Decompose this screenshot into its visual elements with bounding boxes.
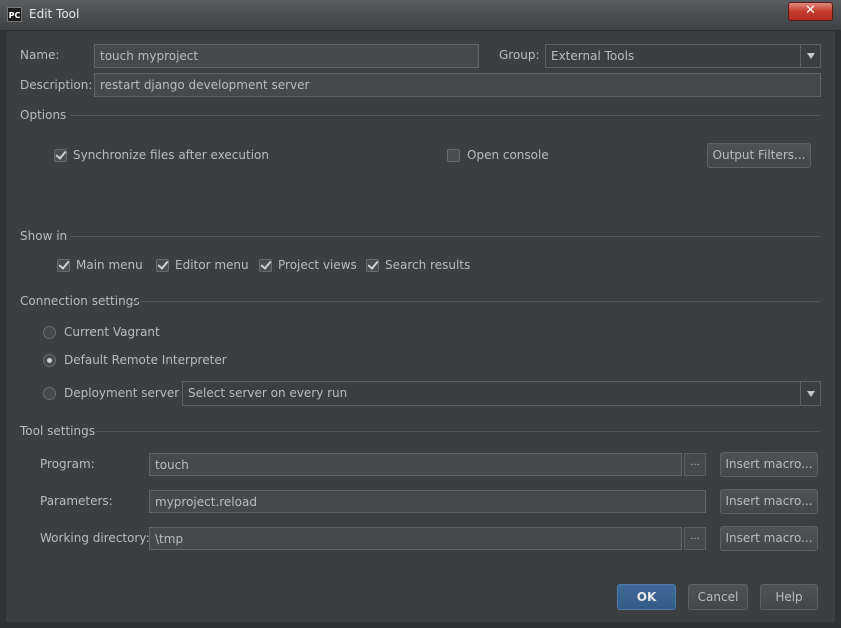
connection-section-title: Connection settings [20,294,140,308]
editor-menu-checkbox[interactable] [156,259,169,272]
description-input[interactable]: restart django development server [94,73,821,97]
group-select[interactable]: External Tools [545,44,821,68]
description-label: Description: [20,78,93,92]
project-views-checkbox[interactable] [259,259,272,272]
program-insert-macro-button[interactable]: Insert macro... [720,452,818,477]
editor-menu-label: Editor menu [175,258,249,272]
options-section-title: Options [20,108,67,122]
close-window-button[interactable]: ✕ [788,2,833,21]
title-bar: PC Edit Tool ✕ [0,0,841,31]
working-directory-label: Working directory: [40,531,150,545]
window-frame-right [835,30,841,628]
open-console-label: Open console [467,148,549,162]
search-results-label: Search results [385,258,471,272]
show-in-separator [70,236,820,237]
window-frame-left [0,30,6,628]
program-browse-button[interactable]: ... [684,453,706,476]
show-in-section-title: Show in [20,229,68,243]
group-select-value: External Tools [551,49,635,63]
name-input[interactable]: touch myproject [94,44,479,68]
default-interpreter-label: Default Remote Interpreter [64,353,227,367]
options-separator [70,115,820,116]
sync-files-label: Synchronize files after execution [73,148,269,162]
pycharm-app-icon: PC [7,7,22,22]
name-label: Name: [20,48,60,62]
tool-settings-section-title: Tool settings [20,424,95,438]
cancel-button[interactable]: Cancel [688,584,748,610]
sync-files-checkbox[interactable] [54,149,67,162]
chevron-down-icon [800,382,820,405]
main-menu-checkbox[interactable] [57,259,70,272]
main-menu-label: Main menu [76,258,143,272]
connection-separator [130,301,820,302]
help-button[interactable]: Help [760,584,818,610]
close-icon: ✕ [805,3,816,18]
chevron-down-icon [800,45,820,67]
current-vagrant-radio[interactable] [43,326,56,339]
tool-settings-separator [96,431,820,432]
parameters-input[interactable]: myproject.reload [149,490,706,513]
search-results-checkbox[interactable] [366,259,379,272]
project-views-label: Project views [278,258,357,272]
working-directory-insert-macro-button[interactable]: Insert macro... [720,526,818,551]
output-filters-button[interactable]: Output Filters... [707,143,811,168]
current-vagrant-label: Current Vagrant [64,325,160,339]
deployment-server-select-value: Select server on every run [188,386,348,400]
open-console-checkbox[interactable] [447,149,460,162]
program-input[interactable]: touch [149,453,682,476]
working-directory-input[interactable]: \tmp [149,527,682,550]
window-title: Edit Tool [29,7,80,21]
parameters-insert-macro-button[interactable]: Insert macro... [720,489,818,514]
deployment-server-select[interactable]: Select server on every run [182,381,821,406]
default-interpreter-radio[interactable] [43,354,56,367]
deployment-server-radio[interactable] [43,387,56,400]
working-directory-browse-button[interactable]: ... [684,527,706,550]
deployment-server-label: Deployment server [64,386,180,400]
program-label: Program: [40,457,95,471]
window-frame-bottom [0,622,841,628]
ok-button[interactable]: OK [617,584,676,610]
group-label: Group: [499,48,540,62]
parameters-label: Parameters: [40,494,113,508]
